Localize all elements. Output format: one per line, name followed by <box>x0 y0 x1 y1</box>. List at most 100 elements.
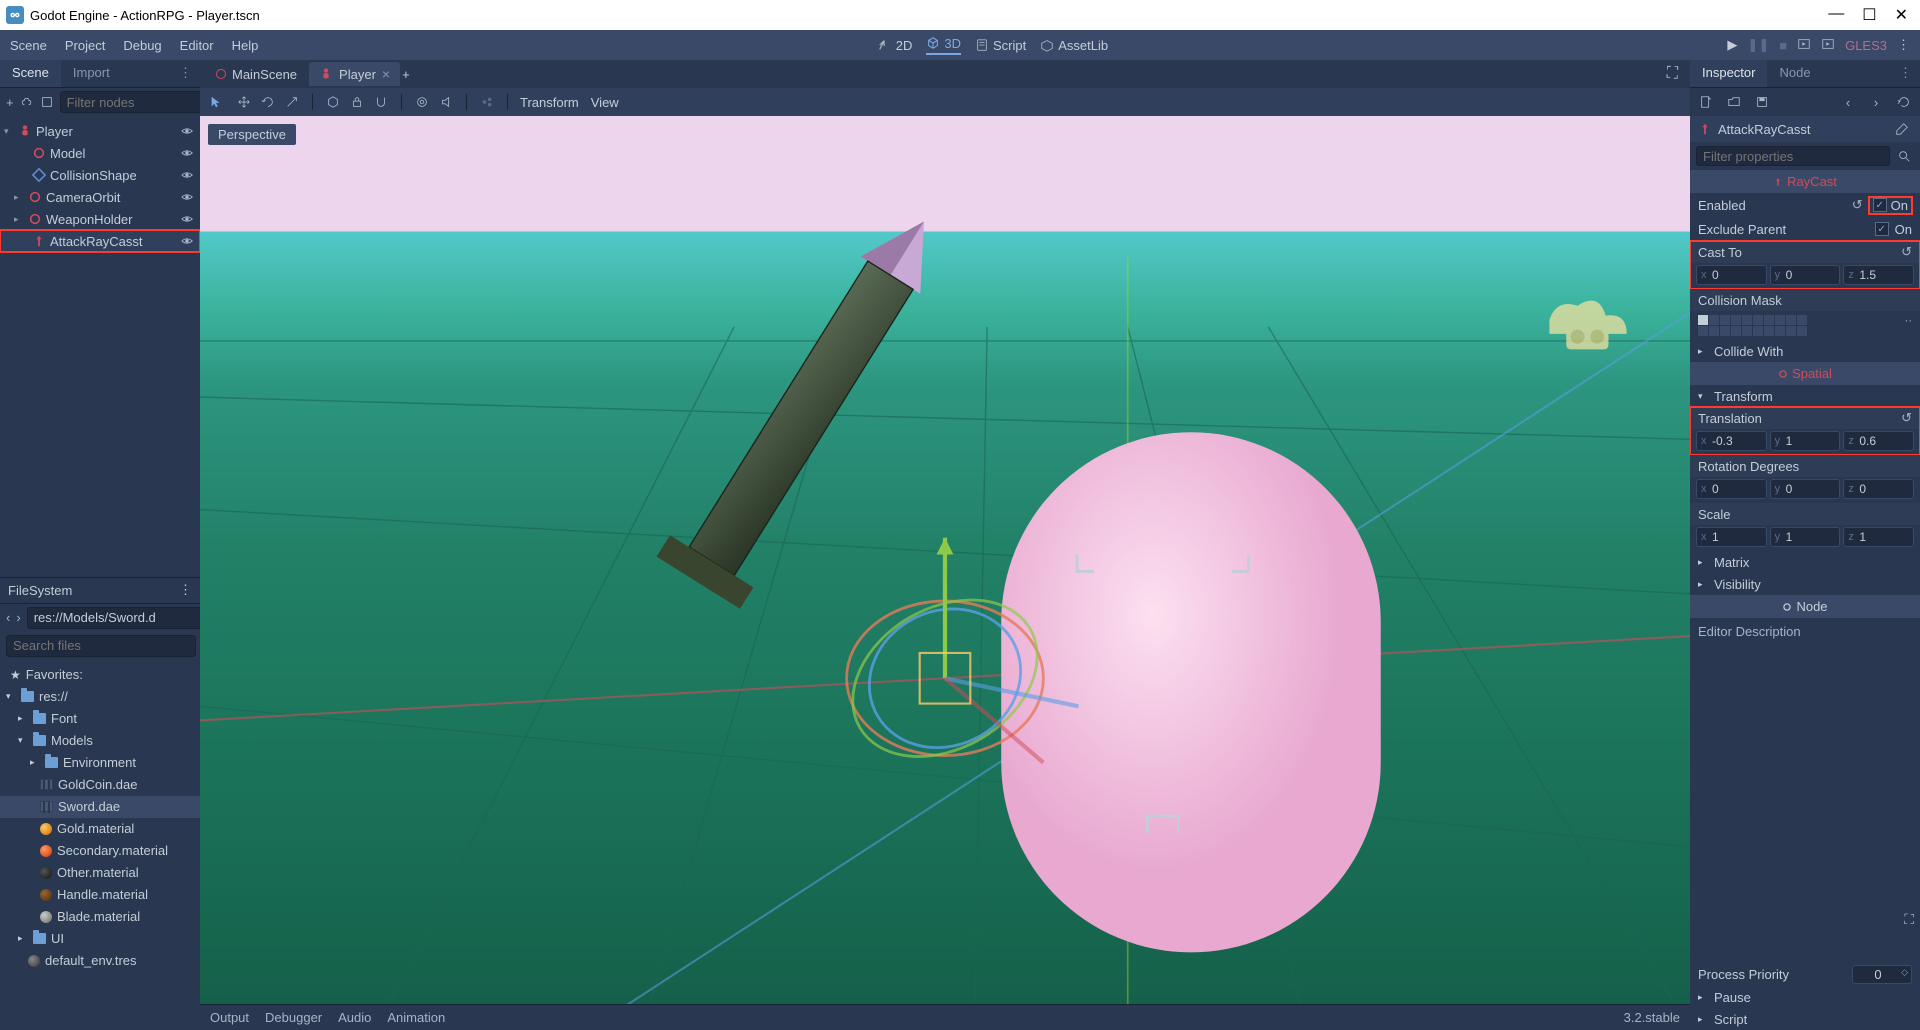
expand-icon[interactable]: ⛶ <box>1904 911 1914 928</box>
fs-item[interactable]: Other.material <box>0 862 200 884</box>
node-tools-icon[interactable] <box>1892 119 1912 139</box>
save-icon[interactable] <box>1752 92 1772 112</box>
scale-y-input[interactable]: y1 <box>1770 527 1841 547</box>
visibility-toggle-icon[interactable] <box>178 234 196 248</box>
attach-script-icon[interactable] <box>40 92 54 112</box>
nav-back-icon[interactable]: ‹ <box>6 608 10 628</box>
property-script[interactable]: ▸Script <box>1690 1008 1920 1030</box>
panel-options-icon[interactable]: ⋮ <box>171 60 200 87</box>
snap-icon[interactable] <box>373 94 389 110</box>
fs-item-sword[interactable]: Sword.dae <box>0 796 200 818</box>
bottom-animation[interactable]: Animation <box>387 1010 445 1025</box>
menu-help[interactable]: Help <box>232 38 259 53</box>
close-tab-icon[interactable]: × <box>382 66 390 82</box>
history-forward-icon[interactable]: › <box>1866 92 1886 112</box>
nav-forward-icon[interactable]: › <box>16 608 20 628</box>
local-coords-icon[interactable] <box>325 94 341 110</box>
section-node[interactable]: Node <box>1690 595 1920 618</box>
bottom-debugger[interactable]: Debugger <box>265 1010 322 1025</box>
tree-node-collision[interactable]: CollisionShape <box>0 164 200 186</box>
filesystem-root[interactable]: ▾res:// <box>0 686 200 708</box>
history-back-icon[interactable]: ‹ <box>1838 92 1858 112</box>
scale-mode-icon[interactable] <box>284 94 300 110</box>
fs-item[interactable]: ▸Font <box>0 708 200 730</box>
bottom-output[interactable]: Output <box>210 1010 249 1025</box>
scale-z-input[interactable]: z1 <box>1843 527 1914 547</box>
3d-viewport[interactable]: Perspective <box>200 116 1690 1004</box>
move-mode-icon[interactable] <box>236 94 252 110</box>
bottom-audio[interactable]: Audio <box>338 1010 371 1025</box>
editor-description-area[interactable]: Editor Description ⛶ <box>1690 618 1920 962</box>
workspace-assetlib[interactable]: AssetLib <box>1040 38 1108 53</box>
window-maximize-icon[interactable]: ☐ <box>1862 5 1876 25</box>
menu-debug[interactable]: Debug <box>123 38 161 53</box>
reset-icon[interactable]: ↺ <box>1901 244 1912 260</box>
tree-node-weapon[interactable]: ▸ WeaponHolder <box>0 208 200 230</box>
distraction-free-icon[interactable]: ⛶ <box>1661 65 1684 83</box>
panel-options-icon[interactable]: ⋮ <box>179 582 192 598</box>
visibility-toggle-icon[interactable] <box>178 190 196 204</box>
tree-node-camera[interactable]: ▸ CameraOrbit <box>0 186 200 208</box>
play-icon[interactable]: ▶ <box>1727 37 1737 53</box>
rotation-z-input[interactable]: z0 <box>1843 479 1914 499</box>
fs-item[interactable]: GoldCoin.dae <box>0 774 200 796</box>
scene-tab-main[interactable]: MainScene <box>206 63 307 86</box>
filesystem-search-input[interactable] <box>6 635 196 657</box>
section-transform[interactable]: ▾Transform <box>1690 385 1920 407</box>
add-scene-tab-icon[interactable]: + <box>402 67 410 82</box>
workspace-script[interactable]: Script <box>975 38 1026 53</box>
fs-item[interactable]: Blade.material <box>0 906 200 928</box>
section-raycast[interactable]: RayCast <box>1690 170 1920 193</box>
resource-new-icon[interactable] <box>1696 92 1716 112</box>
property-matrix[interactable]: ▸Matrix <box>1690 551 1920 573</box>
listener-icon[interactable] <box>438 94 454 110</box>
property-filter-input[interactable] <box>1696 146 1890 166</box>
fs-item[interactable]: Gold.material <box>0 818 200 840</box>
translation-x-input[interactable]: x-0.3 <box>1696 431 1767 451</box>
workspace-3d[interactable]: 3D <box>926 36 961 55</box>
visibility-toggle-icon[interactable] <box>178 124 196 138</box>
property-collide-with[interactable]: ▸Collide With <box>1690 340 1920 362</box>
tab-import[interactable]: Import <box>61 60 122 87</box>
rotate-mode-icon[interactable] <box>260 94 276 110</box>
history-icon[interactable] <box>1894 92 1914 112</box>
visibility-toggle-icon[interactable] <box>178 168 196 182</box>
visibility-toggle-icon[interactable] <box>178 146 196 160</box>
fs-item[interactable]: Secondary.material <box>0 840 200 862</box>
camera-override-icon[interactable] <box>414 94 430 110</box>
fs-item[interactable]: ▸Environment <box>0 752 200 774</box>
fs-item[interactable]: ▾Models <box>0 730 200 752</box>
cast-to-z-input[interactable]: z1.5 <box>1843 265 1914 285</box>
transform-menu[interactable]: Transform <box>520 95 579 110</box>
menu-kebab-icon[interactable]: ⋮ <box>1897 37 1910 53</box>
cast-to-x-input[interactable]: x0 <box>1696 265 1767 285</box>
renderer-selector[interactable]: GLES3 <box>1845 38 1887 53</box>
section-spatial[interactable]: Spatial <box>1690 362 1920 385</box>
tab-inspector[interactable]: Inspector <box>1690 60 1767 87</box>
collision-mask-more-icon[interactable]: ·· <box>1905 315 1912 327</box>
menu-editor[interactable]: Editor <box>180 38 214 53</box>
fs-item[interactable]: ▸UI <box>0 928 200 950</box>
translation-z-input[interactable]: z0.6 <box>1843 431 1914 451</box>
workspace-2d[interactable]: 2D <box>878 38 913 53</box>
rotation-y-input[interactable]: y0 <box>1770 479 1841 499</box>
reset-icon[interactable]: ↺ <box>1901 410 1912 426</box>
reset-icon[interactable]: ↺ <box>1852 197 1863 213</box>
enabled-checkbox[interactable]: ✓ <box>1873 198 1887 212</box>
tree-node-attackraycast[interactable]: AttackRayCasst <box>0 230 200 252</box>
select-mode-icon[interactable] <box>208 94 224 110</box>
tree-node-player[interactable]: ▾ Player <box>0 120 200 142</box>
rotation-x-input[interactable]: x0 <box>1696 479 1767 499</box>
fs-item[interactable]: default_env.tres <box>0 950 200 972</box>
window-minimize-icon[interactable]: — <box>1828 5 1844 25</box>
open-icon[interactable] <box>1724 92 1744 112</box>
process-priority-input[interactable]: 0 <box>1852 965 1912 984</box>
translation-y-input[interactable]: y1 <box>1770 431 1841 451</box>
tree-node-model[interactable]: Model <box>0 142 200 164</box>
property-visibility[interactable]: ▸Visibility <box>1690 573 1920 595</box>
tab-node[interactable]: Node <box>1767 60 1822 87</box>
group-icon[interactable] <box>479 94 495 110</box>
stop-icon[interactable]: ■ <box>1779 38 1787 53</box>
lock-icon[interactable] <box>349 94 365 110</box>
cast-to-y-input[interactable]: y0 <box>1770 265 1841 285</box>
